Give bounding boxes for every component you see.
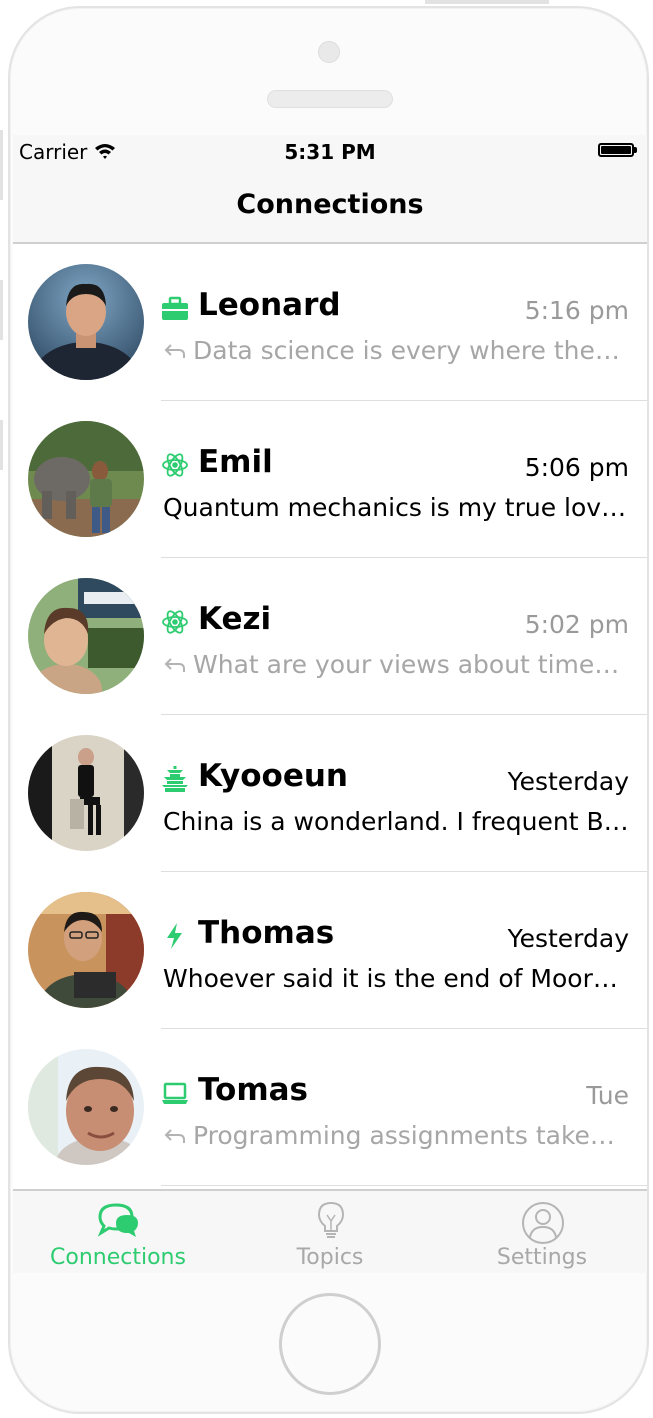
preview-text: Programming assignments take… (193, 1121, 615, 1150)
preview-text: What are your views about time… (193, 650, 620, 679)
row-divider (161, 1185, 647, 1186)
tab-settings[interactable]: Settings (437, 1191, 647, 1273)
message-time: Tue (586, 1081, 629, 1110)
tab-label: Topics (296, 1245, 364, 1270)
app-screen: Carrier 5:31 PM Connections Leonard 5:16… (13, 135, 647, 1273)
message-preview: Programming assignments take… (163, 1121, 629, 1150)
user-circle-icon (522, 1202, 564, 1244)
battery-icon (598, 143, 634, 157)
atom-icon (162, 610, 188, 634)
message-preview: Quantum mechanics is my true lov… (163, 493, 629, 522)
message-preview: What are your views about time… (163, 650, 629, 679)
tab-bar: Connections Topics Settings (13, 1189, 647, 1273)
tab-connections[interactable]: Connections (13, 1191, 223, 1273)
contact-name: Kezi (198, 601, 272, 637)
status-bar: Carrier 5:31 PM (13, 135, 647, 167)
avatar (28, 264, 144, 380)
conversation-row[interactable]: Tomas Tue Programming assignments take… (13, 1029, 647, 1186)
contact-name: Leonard (198, 287, 341, 323)
contact-name: Tomas (198, 1072, 308, 1108)
navigation-bar: Connections (13, 167, 647, 244)
conversation-row[interactable]: Kyooeun Yesterday China is a wonderland.… (13, 715, 647, 872)
contact-name: Kyooeun (198, 758, 349, 794)
message-time: Yesterday (507, 924, 629, 953)
tab-topics[interactable]: Topics (225, 1191, 435, 1273)
contact-name: Emil (198, 444, 273, 480)
phone-side-button (0, 130, 3, 200)
home-button[interactable] (279, 1293, 381, 1395)
conversation-row[interactable]: Thomas Yesterday Whoever said it is the … (13, 872, 647, 1029)
message-time: 5:06 pm (524, 453, 629, 482)
page-title: Connections (236, 189, 424, 220)
phone-side-button (0, 280, 3, 340)
phone-top-button (425, 0, 549, 4)
lightning-icon (167, 923, 182, 949)
lightbulb-icon (317, 1201, 345, 1238)
phone-side-button (0, 420, 3, 470)
earpiece-speaker (267, 90, 393, 108)
avatar (28, 892, 144, 1008)
message-preview: Data science is every where thes… (163, 336, 629, 365)
tab-label: Connections (50, 1245, 186, 1270)
conversation-row[interactable]: Kezi 5:02 pm What are your views about t… (13, 558, 647, 715)
contact-name: Thomas (198, 915, 335, 951)
status-time: 5:31 PM (284, 140, 376, 164)
battery-tip (634, 147, 637, 153)
reply-icon (164, 1129, 185, 1143)
preview-text: Whoever said it is the end of Moor… (163, 964, 618, 993)
message-time: Yesterday (507, 767, 629, 796)
avatar (28, 578, 144, 694)
conversation-list[interactable]: Leonard 5:16 pm Data science is every wh… (13, 244, 647, 1186)
tab-label: Settings (496, 1245, 588, 1270)
message-preview: China is a wonderland. I frequent B… (163, 807, 629, 836)
reply-icon (164, 344, 185, 358)
avatar (28, 735, 144, 851)
chat-bubbles-icon (97, 1203, 138, 1237)
pagoda-icon (162, 766, 188, 792)
laptop-icon (162, 1082, 188, 1104)
message-time: 5:02 pm (524, 610, 629, 639)
front-camera (318, 41, 340, 63)
briefcase-icon (162, 296, 188, 320)
preview-text: Quantum mechanics is my true lov… (163, 493, 627, 522)
reply-icon (164, 658, 185, 672)
preview-text: Data science is every where thes… (193, 336, 629, 365)
conversation-row[interactable]: Leonard 5:16 pm Data science is every wh… (13, 244, 647, 401)
message-time: 5:16 pm (524, 296, 629, 325)
atom-icon (162, 453, 188, 477)
avatar (28, 421, 144, 537)
conversation-row[interactable]: Emil 5:06 pm Quantum mechanics is my tru… (13, 401, 647, 558)
avatar (28, 1049, 144, 1165)
message-preview: Whoever said it is the end of Moor… (163, 964, 629, 993)
preview-text: China is a wonderland. I frequent B… (163, 807, 629, 836)
